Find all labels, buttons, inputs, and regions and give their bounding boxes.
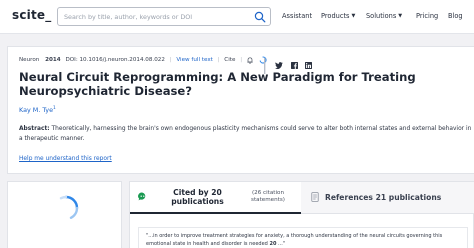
nav-solutions[interactable]: Solutions ▼ (366, 12, 402, 20)
abstract-label: Abstract: (19, 126, 50, 132)
nav-products-label: Products (321, 12, 350, 20)
search-box[interactable] (57, 7, 271, 26)
search-input[interactable] (64, 9, 250, 24)
snippet-prefix: "...in order to improve treatment strate… (146, 233, 443, 247)
divider: | (169, 57, 172, 63)
journal-name[interactable]: Neuron (19, 57, 39, 63)
divider: | (217, 57, 220, 63)
year: 2014 (45, 57, 61, 63)
citation-statements-label: (26 citation statements) (251, 190, 285, 204)
tab-references[interactable]: References 21 publications (301, 182, 474, 214)
snippet-suffix: ..." (278, 241, 286, 247)
chevron-down-icon: ▼ (351, 13, 356, 19)
divider: | (240, 57, 243, 63)
cite-button[interactable]: Cite (224, 57, 235, 63)
bell-icon[interactable] (247, 56, 253, 64)
doi[interactable]: DOI: 10.1016/j.neuron.2014.08.022 (65, 57, 164, 63)
site-logo[interactable]: scite_ (12, 8, 51, 22)
article-title: Neural Circuit Reprogramming: A New Para… (19, 70, 416, 98)
loading-panel (7, 181, 122, 248)
help-link[interactable]: Help me understand this report (19, 156, 112, 162)
author-name[interactable]: Kay M. Tye (19, 106, 53, 114)
references-icon (311, 192, 319, 202)
article-card: Neuron 2014 DOI: 10.1016/j.neuron.2014.0… (7, 46, 474, 174)
author-affiliation: 1 (53, 106, 56, 111)
top-nav: scite_ Assistant Products▼ Solutions▼ Pr… (0, 0, 474, 34)
chevron-down-icon: ▼ (398, 13, 403, 19)
nav-assistant[interactable]: Assistant (282, 12, 312, 20)
linkedin-icon[interactable] (304, 62, 312, 69)
share-icons: | (262, 55, 314, 74)
nav-solutions-label: Solutions (366, 12, 397, 20)
abstract: Abstract: Theoretically, harnessing the … (19, 125, 474, 144)
loading-spinner (59, 195, 79, 219)
meta-row: Neuron 2014 DOI: 10.1016/j.neuron.2014.0… (19, 56, 267, 66)
snippet-reference[interactable]: 20 (269, 241, 276, 247)
citations-panel: Cited by 20 publications (26 citation st… (129, 181, 474, 248)
nav-products[interactable]: Products ▼ (321, 12, 355, 20)
quote-bubble-icon (138, 192, 146, 201)
snippet-card[interactable]: "...in order to improve treatment strate… (138, 227, 468, 248)
full-text-link[interactable]: View full text (176, 57, 213, 63)
nav-blog[interactable]: Blog (448, 12, 463, 20)
tab-cited-by[interactable]: Cited by 20 publications (26 citation st… (130, 182, 301, 214)
cited-by-label: Cited by 20 publications (171, 188, 224, 206)
author-link[interactable]: Kay M. Tye1 (19, 106, 56, 114)
twitter-icon[interactable] (275, 62, 284, 69)
snippet-text: "...in order to improve treatment strate… (146, 232, 464, 248)
facebook-icon[interactable] (290, 62, 298, 69)
references-label: References 21 publications (325, 193, 442, 202)
search-icon[interactable] (254, 11, 266, 23)
abstract-text: Theoretically, harnessing the brain's ow… (19, 126, 472, 142)
nav-pricing[interactable]: Pricing (416, 12, 438, 20)
